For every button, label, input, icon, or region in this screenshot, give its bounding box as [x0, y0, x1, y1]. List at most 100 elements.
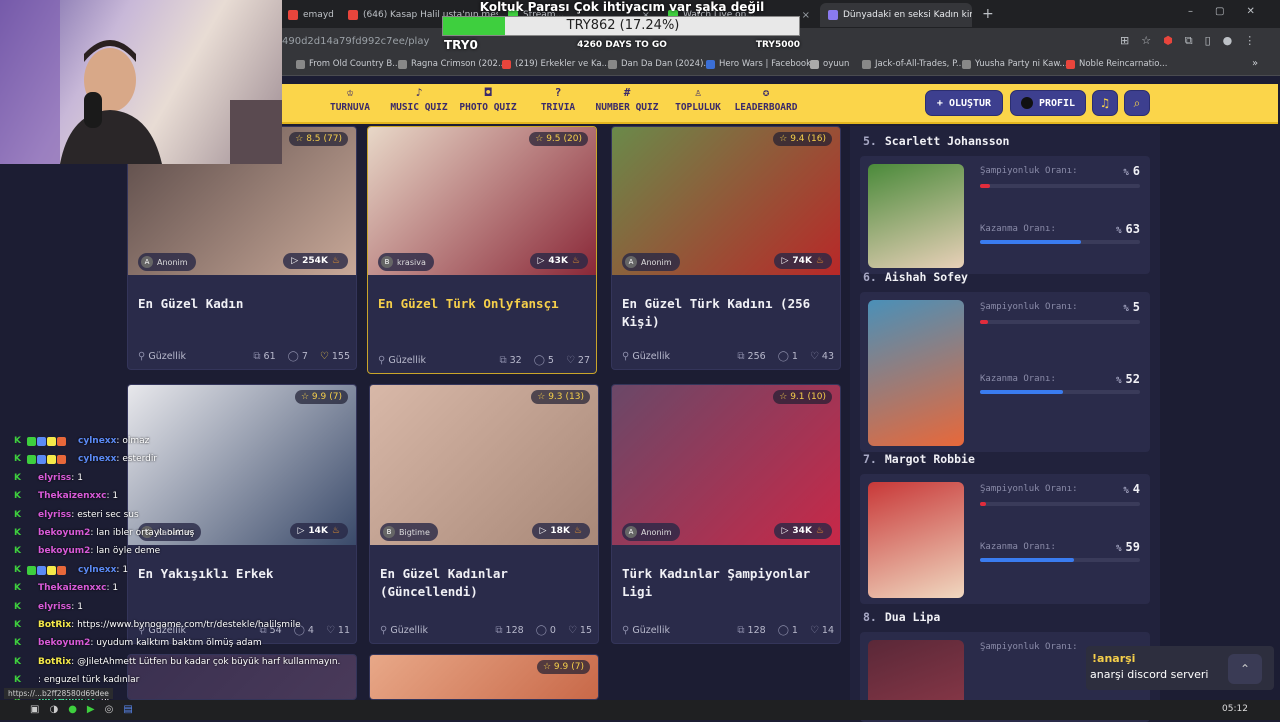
- star-icon[interactable]: ☆: [1141, 34, 1151, 48]
- comment-count[interactable]: ◯ 1: [778, 625, 798, 636]
- adblock-icon[interactable]: ⬢: [1163, 34, 1173, 48]
- bookmark-item[interactable]: (219) Erkekler ve Ka...: [502, 59, 610, 69]
- category[interactable]: ⚲ Güzellik: [622, 625, 670, 636]
- ranking-name[interactable]: 7. Margot Robbie: [863, 452, 975, 466]
- menu-icon[interactable]: ⋮: [1244, 34, 1255, 48]
- kick-icon: K: [14, 528, 21, 538]
- nav-item-trivia[interactable]: ? TRIVIA: [534, 87, 582, 113]
- quiz-card[interactable]: ☆ 9.9 (7): [369, 654, 599, 700]
- category[interactable]: ⚲ Güzellik: [380, 625, 428, 636]
- like-count[interactable]: ♡ 155: [320, 351, 350, 362]
- quiz-card[interactable]: ☆ 9.1 (10) A Anonim ▷ 34K ♨ Türk Kadınlar Şampi…: [611, 384, 841, 644]
- browser-tab[interactable]: Dünyadaki en seksi Kadın kim...×: [820, 3, 972, 27]
- translate-icon[interactable]: ⊞: [1120, 34, 1129, 48]
- ranking-name[interactable]: 8. Dua Lipa: [863, 610, 940, 624]
- taskbar-apps[interactable]: ▣ ◑ ● ▶ ◎ ▤: [30, 704, 133, 715]
- sidepanel-icon[interactable]: ▯: [1205, 34, 1211, 48]
- like-count[interactable]: ♡ 15: [568, 625, 592, 636]
- quiz-title[interactable]: En Güzel Kadınlar (Güncellendi): [380, 565, 590, 601]
- bookmark-item[interactable]: Yuusha Party ni Kaw...: [962, 59, 1068, 69]
- author-badge[interactable]: Bkrasiva: [378, 253, 434, 271]
- scroll-top-button[interactable]: ⌃: [1228, 654, 1262, 684]
- chat-username[interactable]: BotRix: [38, 620, 71, 630]
- chat-username[interactable]: Thekaizenxxc: [38, 583, 107, 593]
- category[interactable]: ⚲ Güzellik: [138, 351, 186, 362]
- bookmark-favicon-icon: [706, 59, 715, 69]
- comment-count[interactable]: ◯ 7: [288, 351, 308, 362]
- play-icon[interactable]: ▶: [87, 704, 95, 715]
- quiz-card[interactable]: ☆ 9.4 (16) A Anonim ▷ 74K ♨ En Güzel Türk Kadın…: [611, 126, 841, 370]
- toolbar-icons[interactable]: ⊞ ☆ ⬢ ⧉ ▯ ● ⋮: [1120, 34, 1255, 48]
- bookmark-item[interactable]: Hero Wars | Facebook: [706, 59, 811, 69]
- quiz-thumbnail[interactable]: ☆ 9.5 (20) Bkrasiva ▷ 43K ♨: [368, 127, 596, 275]
- chat-username[interactable]: BotRix: [38, 657, 71, 667]
- comment-count[interactable]: ◯ 5: [534, 355, 554, 366]
- quiz-thumbnail[interactable]: ☆ 9.3 (13) B Bigtime ▷ 18K ♨: [370, 385, 598, 545]
- author-badge[interactable]: A Anonim: [138, 253, 196, 271]
- bookmark-item[interactable]: oyuun: [810, 59, 849, 69]
- chat-username[interactable]: bekoyum2: [38, 528, 90, 538]
- profile-icon[interactable]: ●: [1223, 34, 1233, 48]
- browser-tab[interactable]: emayd×: [280, 3, 338, 27]
- ranking-photo: [868, 164, 964, 268]
- quiz-title[interactable]: En Güzel Türk Onlyfansçı: [378, 295, 588, 313]
- quiz-title[interactable]: En Güzel Türk Kadını (256 Kişi): [622, 295, 832, 331]
- quiz-card[interactable]: ☆ 9.5 (20) Bkrasiva ▷ 43K ♨ En Güzel Türk Only…: [367, 126, 597, 374]
- author-badge[interactable]: A Anonim: [622, 253, 680, 271]
- chat-username[interactable]: cylnexx: [78, 454, 116, 464]
- bookmark-item[interactable]: Dan Da Dan (2024)...: [608, 59, 712, 69]
- quiz-card[interactable]: ☆ 9.3 (13) B Bigtime ▷ 18K ♨ En Güzel Kadınlar …: [369, 384, 599, 644]
- quiz-title[interactable]: En Güzel Kadın: [138, 295, 348, 313]
- chat-username[interactable]: bekoyum2: [38, 546, 90, 556]
- bookmark-item[interactable]: From Old Country B...: [296, 59, 400, 69]
- chat-username[interactable]: cylnexx: [78, 436, 116, 446]
- ranking-name[interactable]: 6. Aishah Sofey: [863, 270, 968, 284]
- profile-button[interactable]: PROFIL: [1010, 90, 1086, 116]
- bookmark-item[interactable]: Jack-of-All-Trades, P...: [862, 59, 964, 69]
- notification-button[interactable]: ♫: [1092, 90, 1118, 116]
- chat-username[interactable]: elyriss: [38, 473, 71, 483]
- chat-username[interactable]: Thekaizenxxc: [38, 491, 107, 501]
- extensions-icon[interactable]: ⧉: [1185, 34, 1193, 48]
- chat-username[interactable]: elyriss: [38, 510, 71, 520]
- like-count[interactable]: ♡ 43: [810, 351, 834, 362]
- new-tab-button[interactable]: +: [982, 6, 994, 22]
- quiz-thumbnail[interactable]: ☆ 9.1 (10) A Anonim ▷ 34K ♨: [612, 385, 840, 545]
- bookmark-item[interactable]: Noble Reincarnatio...: [1066, 59, 1167, 69]
- category-label: Güzellik: [388, 355, 426, 366]
- url-text[interactable]: 490d2d14a79fd992c7ee/play: [282, 36, 429, 47]
- window-controls[interactable]: –▢✕: [1188, 6, 1277, 17]
- bookmark-item[interactable]: Ragna Crimson (202...: [398, 59, 506, 69]
- edge-icon[interactable]: ◑: [49, 704, 58, 715]
- nav-item-turnuva[interactable]: ♔ TURNUVA: [302, 87, 398, 113]
- chat-username[interactable]: cylnexx: [78, 565, 116, 575]
- nav-item-music-quiz[interactable]: ♪ MUSIC QUIZ: [388, 87, 450, 113]
- quiz-title[interactable]: Türk Kadınlar Şampiyonlar Ligi: [622, 565, 832, 601]
- comment-count[interactable]: ◯ 1: [778, 351, 798, 362]
- quiz-thumbnail[interactable]: ☆ 9.4 (16) A Anonim ▷ 74K ♨: [612, 127, 840, 275]
- chrome-icon[interactable]: ◎: [105, 704, 114, 715]
- more-bookmarks[interactable]: »: [1252, 58, 1258, 69]
- nav-item-number-quiz[interactable]: # NUMBER QUIZ: [592, 87, 662, 113]
- item-count-value: 32: [509, 355, 522, 366]
- category[interactable]: ⚲ Güzellik: [378, 355, 426, 366]
- create-button[interactable]: + OLUŞTUR: [925, 90, 1003, 116]
- like-count[interactable]: ♡ 14: [810, 625, 834, 636]
- folder-icon[interactable]: ▣: [30, 704, 39, 715]
- quiz-thumbnail[interactable]: ☆ 9.9 (7): [370, 655, 598, 699]
- nav-item-leaderboard[interactable]: ✪ LEADERBOARD: [730, 87, 802, 113]
- author-badge[interactable]: A Anonim: [622, 523, 680, 541]
- spotify-icon[interactable]: ●: [68, 704, 77, 715]
- comment-count[interactable]: ◯ 0: [536, 625, 556, 636]
- nav-item-topluluk[interactable]: ♙ TOPLULUK: [668, 87, 728, 113]
- category[interactable]: ⚲ Güzellik: [622, 351, 670, 362]
- app-icon[interactable]: ▤: [123, 704, 132, 715]
- search-button[interactable]: ⌕: [1124, 90, 1150, 116]
- chat-username[interactable]: bekoyum2: [38, 638, 90, 648]
- author-badge[interactable]: B Bigtime: [380, 523, 438, 541]
- ranking-name[interactable]: 5. Scarlett Johansson: [863, 134, 1009, 148]
- nav-item-photo-quiz[interactable]: ◘ PHOTO QUIZ: [456, 87, 520, 113]
- chat-username[interactable]: elyriss: [38, 602, 71, 612]
- rating-value: 8.5: [306, 134, 321, 144]
- like-count[interactable]: ♡ 27: [566, 355, 590, 366]
